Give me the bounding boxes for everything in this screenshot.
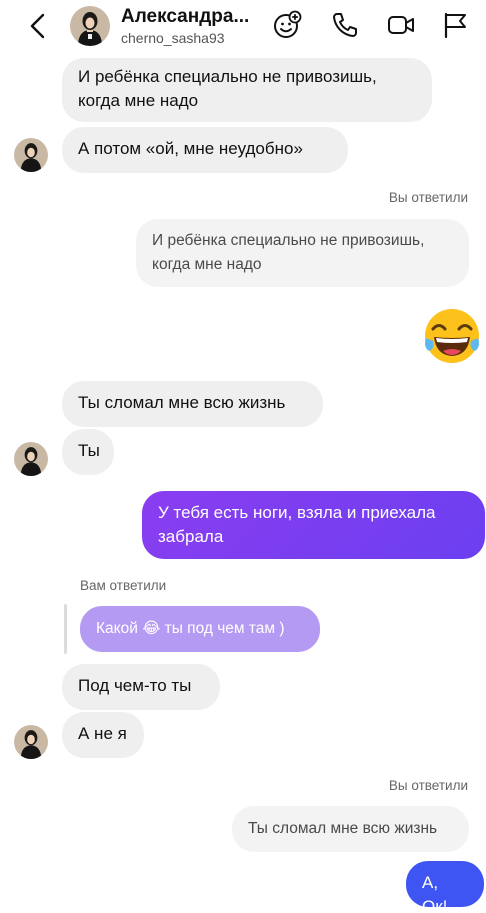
incoming-message[interactable]: А потом «ой, мне неудобно» — [62, 127, 348, 173]
outgoing-message[interactable]: У тебя есть ноги, взяла и приехала забра… — [142, 491, 485, 559]
incoming-message[interactable]: Под чем-то ты — [62, 664, 220, 710]
quoted-message[interactable]: Ты сломал мне всю жизнь — [232, 806, 469, 852]
reply-indicator-bar — [64, 604, 67, 654]
incoming-message[interactable]: Ты сломал мне всю жизнь — [62, 381, 323, 427]
quoted-text: Ты сломал мне всю жизнь — [248, 820, 438, 837]
message-text: У тебя есть ноги, взяла и приехала забра… — [158, 503, 436, 546]
quoted-text: И ребёнка специально не привозишь, когда… — [152, 232, 425, 273]
message-text: Ты — [78, 441, 100, 460]
incoming-message[interactable]: А не я — [62, 712, 144, 758]
message-text: А, Ок! — [422, 873, 448, 913]
contact-avatar[interactable] — [70, 6, 110, 46]
flag-icon[interactable] — [440, 10, 470, 40]
message-text: И ребёнка специально не привозишь, когда… — [78, 67, 377, 110]
message-text: А потом «ой, мне неудобно» — [78, 139, 303, 158]
laughing-emoji-icon[interactable] — [421, 305, 483, 367]
laughing-emoji-icon: 😂 — [142, 620, 161, 637]
video-camera-icon[interactable] — [386, 10, 416, 40]
reply-label: Вам ответили — [80, 578, 167, 593]
sender-avatar[interactable] — [14, 138, 48, 172]
message-text: Ты сломал мне всю жизнь — [78, 393, 286, 412]
contact-handle[interactable]: cherno_sasha93 — [121, 30, 225, 46]
quoted-text-part: Какой — [96, 620, 138, 637]
sender-avatar[interactable] — [14, 442, 48, 476]
outgoing-message[interactable]: А, Ок! — [406, 861, 484, 913]
chat-header: Александра... cherno_sasha93 — [0, 0, 486, 52]
incoming-message[interactable]: Ты — [62, 429, 114, 475]
incoming-message[interactable]: И ребёнка специально не привозишь, когда… — [62, 58, 432, 122]
quoted-message[interactable]: И ребёнка специально не привозишь, когда… — [136, 219, 469, 287]
back-chevron-icon[interactable] — [26, 12, 50, 40]
reply-label: Вы ответили — [388, 190, 468, 205]
add-emoji-icon[interactable] — [272, 10, 302, 40]
phone-icon[interactable] — [330, 10, 360, 40]
message-text: А не я — [78, 724, 127, 743]
reply-label: Вы ответили — [388, 778, 468, 793]
quoted-text-part: ты под чем там ) — [164, 620, 285, 637]
sender-avatar[interactable] — [14, 725, 48, 759]
quoted-message[interactable]: Какой 😂 ты под чем там ) — [80, 606, 320, 652]
contact-name[interactable]: Александра... — [121, 6, 256, 28]
message-text: Под чем-то ты — [78, 676, 192, 695]
